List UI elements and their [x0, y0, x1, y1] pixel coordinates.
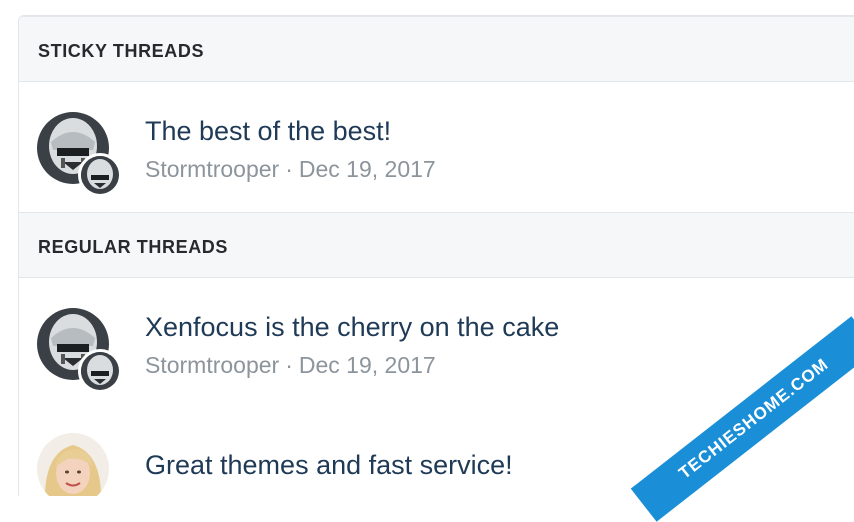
thread-title[interactable]: Great themes and fast service!: [145, 450, 513, 481]
thread-author[interactable]: Stormtrooper: [145, 156, 279, 182]
section-title: STICKY THREADS: [38, 41, 205, 61]
thread-author[interactable]: Stormtrooper: [145, 352, 279, 378]
meta-separator: ·: [285, 156, 293, 182]
thread-date[interactable]: Dec 19, 2017: [299, 352, 436, 378]
regular-threads-header: REGULAR THREADS: [19, 212, 854, 278]
blonde-woman-avatar[interactable]: [37, 433, 109, 496]
thread-item[interactable]: Xenfocus is the cherry on the cake Storm…: [19, 278, 854, 408]
meta-separator: ·: [285, 352, 293, 378]
thread-date[interactable]: Dec 19, 2017: [299, 156, 436, 182]
thread-item[interactable]: The best of the best! Stormtrooper · Dec 1…: [19, 82, 854, 212]
thread-meta: Stormtrooper · Dec 19, 2017: [145, 156, 436, 183]
thread-meta: Stormtrooper · Dec 19, 2017: [145, 352, 436, 379]
thread-title[interactable]: The best of the best!: [145, 116, 391, 147]
thread-title[interactable]: Xenfocus is the cherry on the cake: [145, 312, 559, 343]
stormtrooper-mini-avatar[interactable]: [78, 153, 122, 197]
sticky-threads-header: STICKY THREADS: [19, 16, 854, 82]
section-title: REGULAR THREADS: [38, 237, 229, 257]
stormtrooper-mini-avatar[interactable]: [78, 349, 122, 393]
